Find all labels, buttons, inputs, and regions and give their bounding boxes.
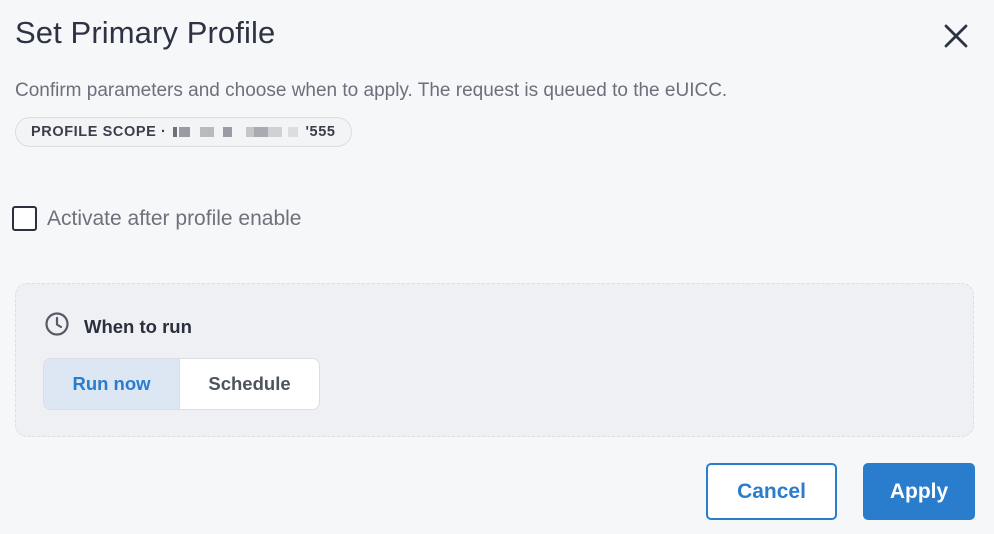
activate-after-enable-checkbox[interactable] (12, 206, 37, 231)
profile-scope-chip: PROFILE SCOPE · '555 (15, 117, 352, 147)
schedule-option[interactable]: Schedule (180, 359, 319, 409)
close-icon[interactable] (940, 20, 972, 52)
profile-scope-suffix: '555 (305, 124, 336, 140)
dialog-description: Confirm parameters and choose when to ap… (15, 80, 728, 101)
profile-scope-label: PROFILE SCOPE · (31, 124, 167, 140)
when-to-run-title: When to run (84, 315, 192, 337)
cancel-button[interactable]: Cancel (706, 463, 837, 520)
run-mode-toggle: Run now Schedule (43, 358, 320, 410)
activate-after-enable-label: Activate after profile enable (47, 206, 302, 230)
clock-icon (44, 311, 70, 342)
activate-after-enable-option[interactable]: Activate after profile enable (12, 206, 301, 231)
dialog-title: Set Primary Profile (15, 15, 276, 50)
redacted-identifier (172, 127, 300, 137)
apply-button[interactable]: Apply (863, 463, 975, 520)
run-now-option[interactable]: Run now (44, 359, 180, 409)
when-to-run-header: When to run (44, 311, 192, 342)
set-primary-profile-dialog: Set Primary Profile Confirm parameters a… (0, 0, 994, 534)
when-to-run-panel: When to run Run now Schedule (15, 283, 974, 437)
